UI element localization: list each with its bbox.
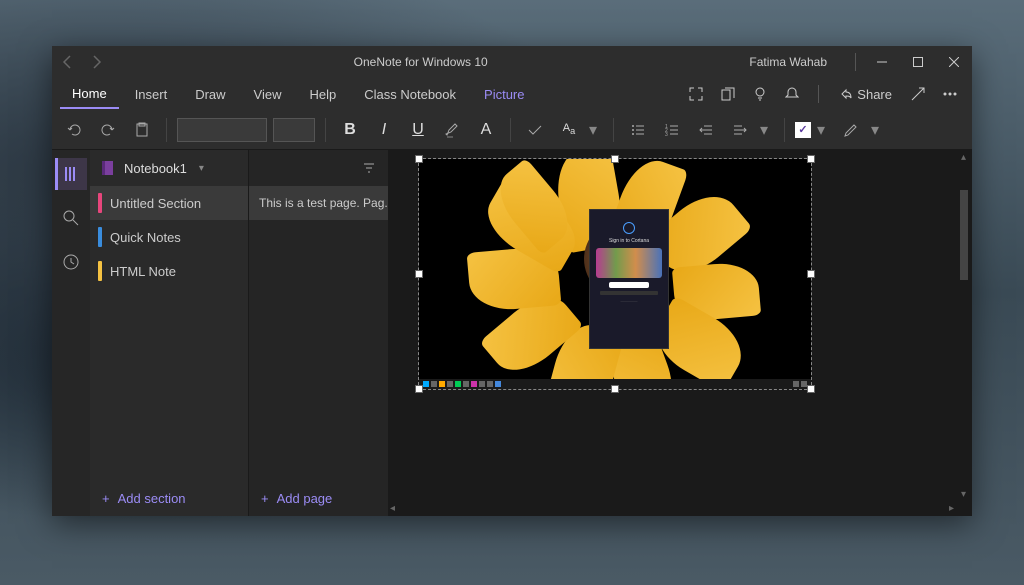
scroll-down-icon[interactable]: ▾: [961, 489, 966, 500]
add-page-button[interactable]: + Add page: [249, 480, 388, 516]
undo-button[interactable]: [60, 116, 88, 144]
sort-icon[interactable]: [362, 161, 376, 175]
clipboard-button[interactable]: [128, 116, 156, 144]
menu-view[interactable]: View: [242, 81, 294, 108]
bell-icon[interactable]: [778, 80, 806, 108]
font-size-input[interactable]: [273, 118, 315, 142]
app-window: OneNote for Windows 10 Fatima Wahab Home…: [52, 46, 972, 516]
lightbulb-icon[interactable]: [746, 80, 774, 108]
chevron-down-icon: ▾: [199, 163, 204, 174]
resize-handle[interactable]: [611, 155, 619, 163]
plus-icon: +: [102, 491, 110, 506]
share-icon: [839, 87, 853, 101]
resize-handle[interactable]: [415, 270, 423, 278]
clear-format-button[interactable]: [521, 116, 549, 144]
bold-button[interactable]: B: [336, 116, 364, 144]
chevron-down-icon[interactable]: ▾: [871, 120, 885, 140]
pages-sidebar: This is a test page. Pag... + Add page: [248, 150, 388, 516]
maximize-button[interactable]: [900, 46, 936, 78]
menu-home[interactable]: Home: [60, 80, 119, 109]
nav-rail: [52, 150, 90, 516]
scroll-right-icon[interactable]: ▸: [949, 503, 954, 514]
titlebar: OneNote for Windows 10 Fatima Wahab: [52, 46, 972, 78]
outdent-button[interactable]: [692, 116, 720, 144]
highlight-button[interactable]: [438, 116, 466, 144]
resize-handle[interactable]: [807, 270, 815, 278]
italic-button[interactable]: I: [370, 116, 398, 144]
resize-handle[interactable]: [415, 385, 423, 393]
menu-insert[interactable]: Insert: [123, 81, 180, 108]
selected-image[interactable]: Sign in to Cortana ────────: [418, 158, 812, 390]
back-button[interactable]: [60, 54, 76, 70]
styles-button[interactable]: Aa: [555, 116, 583, 144]
section-color-bar: [98, 227, 102, 247]
bullets-button[interactable]: [624, 116, 652, 144]
resize-handle[interactable]: [807, 385, 815, 393]
section-color-bar: [98, 261, 102, 281]
scroll-up-icon[interactable]: ▴: [961, 152, 966, 163]
notebooks-rail-icon[interactable]: [55, 158, 87, 190]
underline-button[interactable]: U: [404, 116, 432, 144]
fullscreen-icon[interactable]: [682, 80, 710, 108]
content-area: Notebook1 ▾ Untitled Section Quick Notes…: [52, 150, 972, 516]
svg-text:3: 3: [665, 132, 668, 138]
expand-icon[interactable]: [904, 80, 932, 108]
page-canvas[interactable]: ▴ ▾ ◂ ▸: [388, 150, 972, 516]
sections-sidebar: Notebook1 ▾ Untitled Section Quick Notes…: [90, 150, 248, 516]
image-content: Sign in to Cortana ────────: [419, 159, 811, 389]
section-list: Untitled Section Quick Notes HTML Note: [90, 186, 248, 480]
pages-icon[interactable]: [714, 80, 742, 108]
recent-rail-icon[interactable]: [55, 246, 87, 278]
close-button[interactable]: [936, 46, 972, 78]
search-rail-icon[interactable]: [55, 202, 87, 234]
section-color-bar: [98, 193, 102, 213]
pen-button[interactable]: [837, 116, 865, 144]
font-color-button[interactable]: A: [472, 116, 500, 144]
more-icon[interactable]: [936, 80, 964, 108]
section-item[interactable]: Untitled Section: [90, 186, 248, 220]
notebook-header[interactable]: Notebook1 ▾: [90, 150, 248, 186]
indent-button[interactable]: [726, 116, 754, 144]
app-title: OneNote for Windows 10: [112, 55, 729, 69]
menu-draw[interactable]: Draw: [183, 81, 237, 108]
scroll-left-icon[interactable]: ◂: [390, 503, 395, 514]
add-section-button[interactable]: + Add section: [90, 480, 248, 516]
toolbar: B I U A Aa ▾ 123 ▾ ✓ ▾ ▾: [52, 110, 972, 150]
chevron-down-icon[interactable]: ▾: [817, 120, 831, 140]
section-item[interactable]: HTML Note: [90, 254, 248, 288]
user-name[interactable]: Fatima Wahab: [729, 55, 847, 69]
notebook-icon: [100, 160, 116, 176]
numbering-button[interactable]: 123: [658, 116, 686, 144]
resize-handle[interactable]: [807, 155, 815, 163]
plus-icon: +: [261, 491, 269, 506]
resize-handle[interactable]: [611, 385, 619, 393]
page-item[interactable]: This is a test page. Pag...: [249, 186, 388, 220]
scrollbar-thumb[interactable]: [960, 190, 968, 280]
menu-class-notebook[interactable]: Class Notebook: [352, 81, 468, 108]
redo-button[interactable]: [94, 116, 122, 144]
resize-handle[interactable]: [415, 155, 423, 163]
chevron-down-icon[interactable]: ▾: [760, 120, 774, 140]
font-family-input[interactable]: [177, 118, 267, 142]
menu-help[interactable]: Help: [298, 81, 349, 108]
menubar: Home Insert Draw View Help Class Noteboo…: [52, 78, 972, 110]
section-item[interactable]: Quick Notes: [90, 220, 248, 254]
menu-picture[interactable]: Picture: [472, 81, 536, 108]
todo-tag-button[interactable]: ✓: [795, 122, 811, 138]
cortana-dialog: Sign in to Cortana ────────: [589, 209, 669, 349]
minimize-button[interactable]: [864, 46, 900, 78]
forward-button[interactable]: [88, 54, 104, 70]
share-button[interactable]: Share: [831, 87, 900, 102]
chevron-down-icon[interactable]: ▾: [589, 120, 603, 140]
